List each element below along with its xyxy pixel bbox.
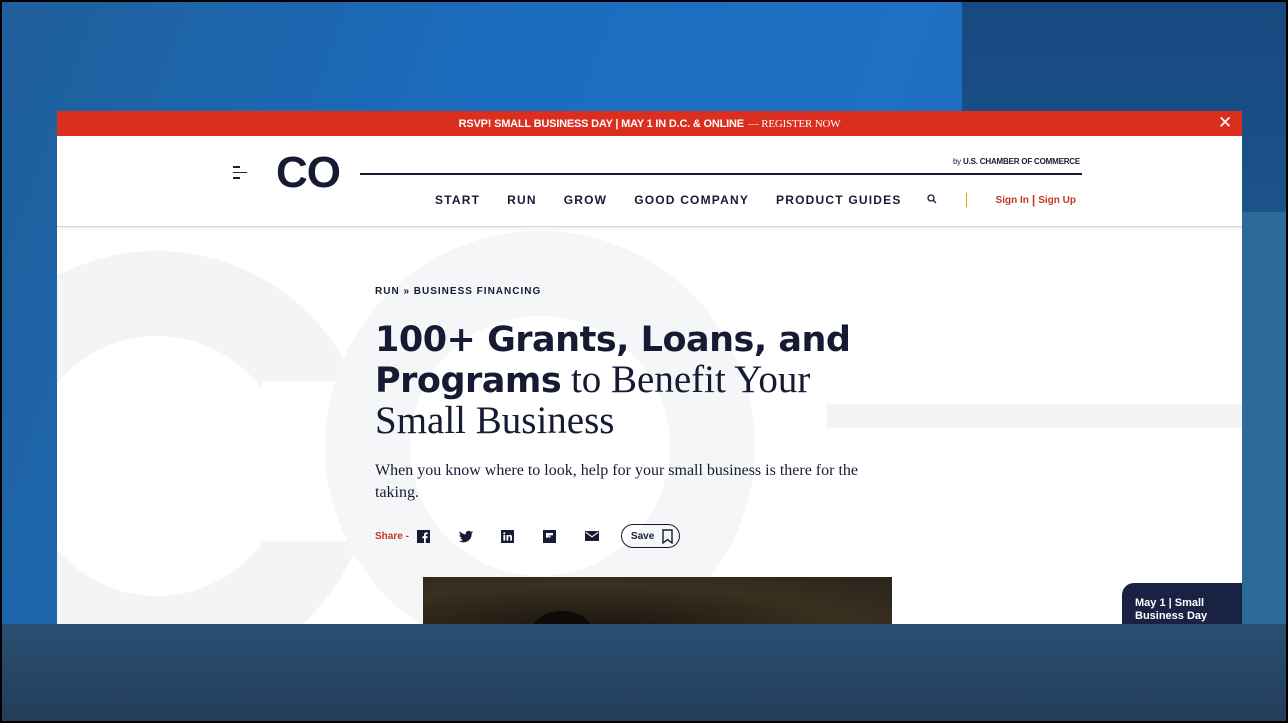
sign-in-link[interactable]: Sign In — [996, 195, 1029, 206]
webpage-screenshot: RSVP! SMALL BUSINESS DAY | MAY 1 IN D.C.… — [57, 111, 1242, 624]
flipboard-icon[interactable] — [543, 529, 557, 543]
nav-good-company[interactable]: GOOD COMPANY — [634, 193, 749, 207]
byline: by U.S. CHAMBER OF COMMERCE — [953, 157, 1080, 166]
linkedin-icon[interactable] — [501, 529, 515, 543]
promo-text[interactable]: RSVP! SMALL BUSINESS DAY | MAY 1 IN D.C.… — [459, 118, 744, 130]
save-button[interactable]: Save — [620, 524, 681, 548]
sign-up-link[interactable]: Sign Up — [1038, 195, 1076, 206]
page-title: 100+ Grants, Loans, and Programs to Bene… — [375, 319, 915, 442]
article-header: RUN » BUSINESS FINANCING 100+ Grants, Lo… — [375, 286, 915, 548]
auth-separator: | — [1031, 193, 1036, 207]
site-logo[interactable]: CO — [276, 148, 341, 198]
side-promo-line-1: May 1 | Small — [1135, 597, 1205, 609]
byline-prefix: by — [952, 157, 964, 166]
title-part-1: 100+ Grants, Loans, and — [375, 320, 851, 360]
close-icon[interactable]: ✕ — [1218, 114, 1232, 132]
main-nav: START RUN GROW GOOD COMPANY PRODUCT GUID… — [435, 193, 1076, 207]
nav-start[interactable]: START — [435, 193, 480, 207]
email-icon[interactable] — [584, 529, 599, 543]
menu-icon[interactable] — [233, 166, 247, 180]
twitter-icon[interactable] — [458, 529, 473, 543]
save-label: Save — [630, 530, 655, 542]
site-header: CO by U.S. CHAMBER OF COMMERCE START RUN… — [57, 136, 1242, 227]
nav-divider — [965, 193, 967, 207]
bookmark-icon — [662, 528, 673, 544]
slide-bottom-band — [2, 624, 1286, 721]
article-dek: When you know where to look, help for yo… — [375, 462, 859, 501]
promo-banner[interactable]: RSVP! SMALL BUSINESS DAY | MAY 1 IN D.C.… — [57, 111, 1242, 136]
breadcrumb[interactable]: RUN » BUSINESS FINANCING — [375, 286, 915, 297]
nav-run[interactable]: RUN — [507, 193, 537, 207]
title-part-4: Small Business — [375, 399, 615, 442]
nav-grow[interactable]: GROW — [564, 193, 607, 207]
side-promo-widget[interactable]: May 1 | Small Business Day — [1122, 583, 1242, 624]
side-promo-line-2: Business Day — [1135, 610, 1208, 622]
title-part-2: Programs — [375, 361, 562, 401]
promo-register-link[interactable]: — REGISTER NOW — [748, 118, 841, 130]
nav-product-guides[interactable]: PRODUCT GUIDES — [776, 193, 901, 207]
share-label: Share - — [375, 530, 409, 542]
facebook-icon[interactable] — [417, 529, 431, 543]
logo-rule — [360, 173, 1082, 175]
hero-image — [423, 577, 892, 624]
title-part-3: to Benefit Your — [561, 358, 811, 401]
search-icon[interactable] — [926, 193, 937, 207]
byline-org: U.S. CHAMBER OF COMMERCE — [963, 157, 1080, 166]
share-bar: Share - Save — [375, 524, 915, 548]
slide-right-accent — [1242, 212, 1286, 624]
